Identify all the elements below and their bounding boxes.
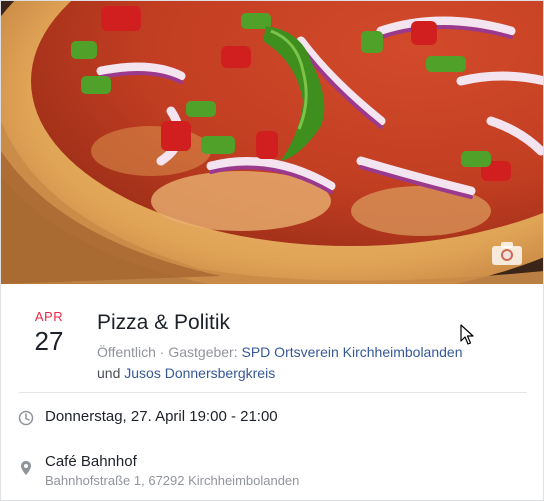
- pizza-illustration: [1, 1, 543, 284]
- location-name[interactable]: Café Bahnhof: [45, 453, 137, 470]
- event-month: APR: [34, 309, 64, 324]
- host-joiner: und: [97, 365, 125, 381]
- event-title-block: Pizza & Politik Öffentlich · Gastgeber: …: [97, 310, 527, 384]
- host-link-spd[interactable]: SPD Ortsverein Kirchheimbolanden: [242, 344, 463, 360]
- camera-icon[interactable]: [491, 240, 523, 266]
- event-visibility: Öffentlich: [97, 344, 156, 360]
- event-location-row[interactable]: Café Bahnhof Bahnhofstraße 1, 67292 Kirc…: [1, 443, 543, 500]
- event-card: APR 27 Pizza & Politik Öffentlich · Gast…: [0, 0, 544, 501]
- event-cover-photo[interactable]: [1, 1, 543, 284]
- host-link-jusos[interactable]: Jusos Donnersbergkreis: [124, 365, 275, 381]
- event-datetime: Donnerstag, 27. April 19:00 - 21:00: [45, 408, 278, 425]
- clock-icon: [18, 410, 34, 426]
- meta-separator: ·: [155, 344, 169, 360]
- map-pin-icon: [18, 460, 34, 476]
- event-meta: Öffentlich · Gastgeber: SPD Ortsverein K…: [97, 342, 527, 384]
- event-time-row[interactable]: Donnerstag, 27. April 19:00 - 21:00: [1, 393, 543, 443]
- event-day: 27: [34, 326, 64, 356]
- event-date: APR 27: [19, 309, 79, 357]
- mouse-cursor-icon: [460, 324, 474, 345]
- host-prefix: Gastgeber:: [168, 344, 242, 360]
- location-address: Bahnhofstraße 1, 67292 Kirchheimbolanden: [45, 473, 300, 488]
